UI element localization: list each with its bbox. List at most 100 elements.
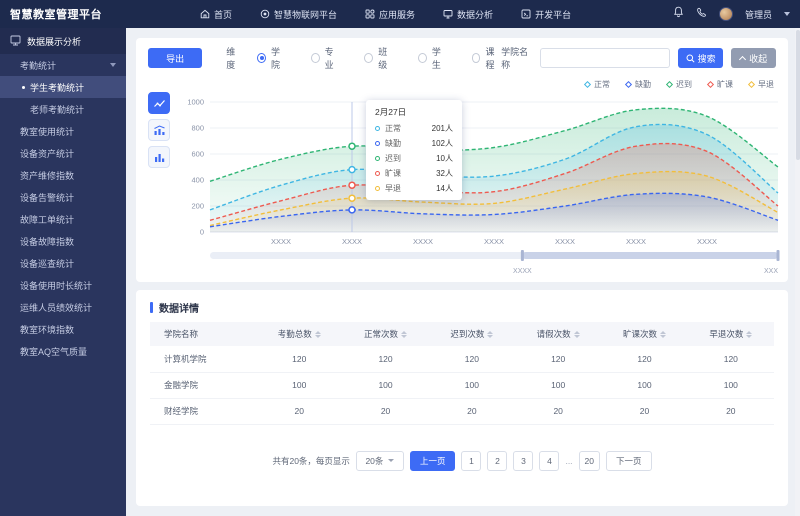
radio-icon (257, 53, 266, 63)
main-content: 导出 维度 学院 专业 班级 学生 课程 学院名称 搜索 (126, 28, 800, 516)
mixed-chart-toggle[interactable] (148, 119, 170, 141)
radio-major[interactable]: 专业 (311, 45, 341, 71)
phone-icon[interactable] (696, 5, 707, 23)
tooltip-date: 2月27日 (375, 106, 453, 118)
sidebar-item-student-attendance[interactable]: 学生考勤统计 (0, 76, 126, 98)
svg-text:400: 400 (191, 176, 204, 185)
user-avatar[interactable] (719, 7, 733, 21)
prev-page-button[interactable]: 上一页 (410, 451, 456, 471)
bar-chart-toggle[interactable] (148, 146, 170, 168)
chart-legend: 正常 缺勤 迟到 旷课 早退 (170, 76, 790, 92)
sidebar-item-ops-performance[interactable]: 运维人员绩效统计 (0, 296, 126, 318)
college-name-input[interactable] (540, 48, 670, 68)
svg-text:1000: 1000 (187, 98, 204, 107)
series-dot-icon (375, 186, 380, 191)
legend-normal[interactable]: 正常 (585, 79, 610, 90)
nav-dev-platform[interactable]: 开发平台 (521, 8, 571, 21)
sort-icon[interactable] (574, 331, 580, 338)
legend-early-leave[interactable]: 早退 (749, 79, 774, 90)
page-button-3[interactable]: 3 (513, 451, 533, 471)
svg-text:0: 0 (200, 228, 204, 237)
chart-canvas[interactable]: 02004006008001000XXXXXXXXXXXXXXXXXXXXXXX… (170, 92, 790, 287)
bell-icon[interactable] (673, 5, 684, 23)
svg-text:800: 800 (191, 124, 204, 133)
mixed-chart-icon (153, 124, 166, 137)
table-row[interactable]: 财经学院202020202020 (150, 398, 774, 424)
pagination-total: 共有20条，每页显示 (272, 455, 349, 467)
sidebar-item-device-assets[interactable]: 设备资产统计 (0, 142, 126, 164)
page-size-select[interactable]: 20条 (356, 451, 404, 471)
col-total[interactable]: 考勤总数 (256, 322, 342, 346)
nav-data-analysis[interactable]: 数据分析 (443, 8, 493, 21)
sidebar-item-classroom-usage[interactable]: 教室使用统计 (0, 120, 126, 142)
radio-college[interactable]: 学院 (257, 45, 287, 71)
sidebar-item-asset-repair-index[interactable]: 资产维修指数 (0, 164, 126, 186)
sidebar-item-classroom-env-index[interactable]: 教室环境指数 (0, 318, 126, 340)
scrollbar-thumb[interactable] (796, 30, 800, 160)
table-header-row: 学院名称 考勤总数 正常次数 迟到次数 请假次数 旷课次数 早退次数 (150, 322, 774, 346)
svg-text:200: 200 (191, 202, 204, 211)
sort-icon[interactable] (660, 331, 666, 338)
filter-bar: 导出 维度 学院 专业 班级 学生 课程 学院名称 搜索 (148, 46, 776, 70)
page-button-20[interactable]: 20 (579, 451, 600, 471)
username[interactable]: 管理员 (745, 8, 772, 21)
diamond-icon (625, 80, 632, 87)
col-leave[interactable]: 请假次数 (515, 322, 601, 346)
iot-icon (260, 9, 270, 19)
monitor-icon (443, 9, 453, 19)
sidebar-item-attendance[interactable]: 考勤统计 (0, 54, 126, 76)
chevron-down-icon (110, 63, 116, 67)
svg-text:XXXX: XXXX (342, 237, 362, 246)
sidebar-item-classroom-air-quality[interactable]: 教室AQ空气质量 (0, 340, 126, 362)
tooltip-row: 缺勤102人 (375, 138, 453, 149)
sidebar-item-teacher-attendance[interactable]: 老师考勤统计 (0, 98, 126, 120)
sidebar-item-device-fault-index[interactable]: 设备故障指数 (0, 230, 126, 252)
line-chart-toggle[interactable] (148, 92, 170, 114)
svg-text:XXXX: XXXX (271, 237, 291, 246)
app-logo: 智慧教室管理平台 (10, 6, 160, 22)
chart-type-toolbar (148, 76, 170, 287)
col-truancy[interactable]: 旷课次数 (601, 322, 687, 346)
radio-course[interactable]: 课程 (472, 45, 502, 71)
chevron-down-icon[interactable] (784, 12, 790, 16)
legend-late[interactable]: 迟到 (667, 79, 692, 90)
page-button-4[interactable]: 4 (539, 451, 559, 471)
diamond-icon (584, 80, 591, 87)
sidebar-item-device-inspection[interactable]: 设备巡查统计 (0, 252, 126, 274)
table-row[interactable]: 金融学院100100100100100100 (150, 372, 774, 398)
col-normal[interactable]: 正常次数 (342, 322, 428, 346)
pagination: 共有20条，每页显示 20条 上一页 1 2 3 4 ... 20 下一页 (150, 451, 774, 471)
radio-class[interactable]: 班级 (364, 45, 394, 71)
sort-icon[interactable] (315, 331, 321, 338)
collapse-button[interactable]: 收起 (731, 48, 776, 68)
sidebar-item-device-alarms[interactable]: 设备告警统计 (0, 186, 126, 208)
sidebar-item-fault-orders[interactable]: 故障工单统计 (0, 208, 126, 230)
app-window: 智慧教室管理平台 首页 智慧物联网平台 应用服务 数据分析 开发平台 (0, 0, 800, 516)
nav-iot-platform[interactable]: 智慧物联网平台 (260, 8, 337, 21)
bar-chart-icon (153, 151, 166, 164)
sort-icon[interactable] (487, 331, 493, 338)
radio-student[interactable]: 学生 (418, 45, 448, 71)
nav-app-services[interactable]: 应用服务 (365, 8, 415, 21)
export-button[interactable]: 导出 (148, 48, 202, 68)
sort-icon[interactable] (401, 331, 407, 338)
col-early-leave[interactable]: 早退次数 (688, 322, 774, 346)
legend-truancy[interactable]: 旷课 (708, 79, 733, 90)
tooltip-row: 迟到10人 (375, 153, 453, 164)
page-button-2[interactable]: 2 (487, 451, 507, 471)
filter-search-area: 学院名称 搜索 收起 (501, 45, 776, 71)
active-dot (22, 86, 25, 89)
series-dot-icon (375, 171, 380, 176)
next-page-button[interactable]: 下一页 (606, 451, 652, 471)
nav-home[interactable]: 首页 (200, 8, 232, 21)
diamond-icon (707, 80, 714, 87)
tooltip-row: 正常201人 (375, 123, 453, 134)
sidebar-item-device-usage-duration[interactable]: 设备使用时长统计 (0, 274, 126, 296)
col-late[interactable]: 迟到次数 (429, 322, 515, 346)
search-button[interactable]: 搜索 (678, 48, 723, 68)
sort-icon[interactable] (746, 331, 752, 338)
table-row[interactable]: 计算机学院120120120120120120 (150, 346, 774, 372)
page-scrollbar[interactable] (795, 28, 800, 516)
page-button-1[interactable]: 1 (461, 451, 481, 471)
legend-absent[interactable]: 缺勤 (626, 79, 651, 90)
